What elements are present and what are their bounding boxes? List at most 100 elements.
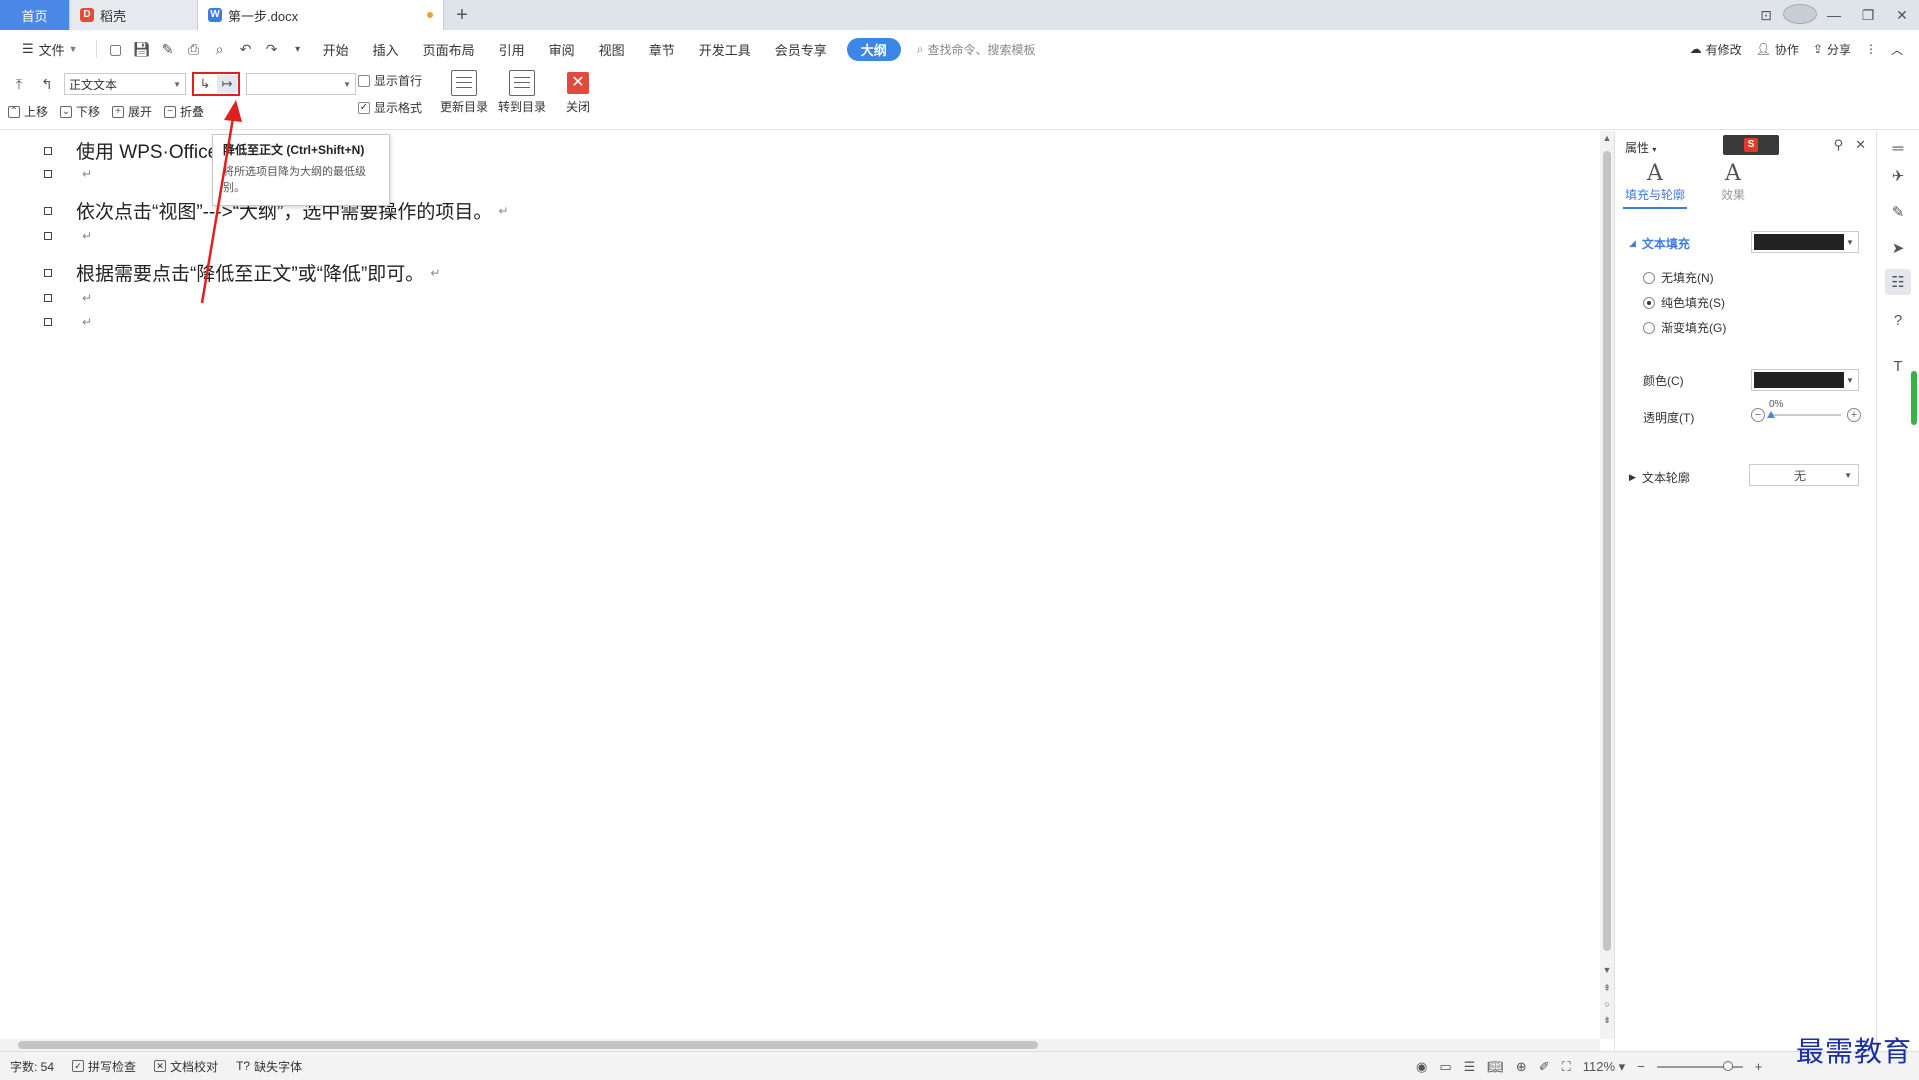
menu-outline-active[interactable]: 大纲 [846,37,901,61]
page-view-icon[interactable]: ▭ [1439,1059,1451,1075]
zoom-in-button[interactable]: + [1755,1059,1763,1074]
vertical-scrollbar[interactable]: ▲ ▼ ⇞ ○ ⇟ [1600,131,1614,1039]
eye-protection-icon[interactable]: ◉ [1416,1059,1427,1075]
redo-icon[interactable]: ↷ [259,36,285,62]
update-toc-button[interactable]: 更新目录 [440,70,488,115]
tab-effect[interactable]: A 效果 [1701,161,1765,209]
has-changes-button[interactable]: ☁ 有修改 [1690,41,1742,58]
goto-toc-button[interactable]: 转到目录 [498,70,546,115]
menu-dev-tools[interactable]: 开发工具 [687,30,763,68]
panel-title[interactable]: 属性 ▾ [1625,139,1656,156]
demote-to-body-icon[interactable]: ↦ [217,75,237,93]
tab-daoke[interactable]: D 稻壳 [70,0,198,30]
text-fill-section-toggle[interactable]: ◢ 文本填充 [1629,235,1690,252]
spell-check-button[interactable]: ✓ 拼写检查 [72,1058,136,1075]
ime-toolbar[interactable]: S [1723,135,1779,155]
menu-member[interactable]: 会员专享 [763,30,839,68]
menu-review[interactable]: 审阅 [537,30,587,68]
text-outline-dropdown[interactable]: 无 ▼ [1749,464,1859,486]
format-painter-icon[interactable]: ✎ [155,36,181,62]
outline-bullet-icon[interactable] [44,318,52,326]
scroll-up-icon[interactable]: ▲ [1600,133,1614,143]
select-browse-icon[interactable]: ○ [1600,999,1614,1009]
menu-view[interactable]: 视图 [587,30,637,68]
no-fill-radio[interactable]: 无填充(N) [1643,269,1714,286]
outline-item[interactable]: ↵ [44,315,92,329]
edit-pen-icon[interactable]: ✎ [1885,199,1911,225]
close-window-button[interactable]: ✕ [1885,7,1919,24]
outline-level-select[interactable]: 正文文本 ▼ [64,73,186,95]
show-level-select[interactable]: ▼ [246,73,356,95]
color-dropdown[interactable]: ▼ [1751,369,1859,391]
demote-icon[interactable]: ↳ [195,75,215,93]
scroll-down-icon[interactable]: ▼ [1600,965,1614,975]
tab-home[interactable]: 首页 [0,0,70,30]
show-format-checkbox[interactable]: ✓ 显示格式 [358,99,422,116]
plus-icon[interactable]: + [1847,408,1861,422]
solid-fill-radio[interactable]: 纯色填充(S) [1643,294,1725,311]
outline-item[interactable]: ↵ [44,291,92,305]
web-view-icon[interactable]: ⊕ [1516,1059,1527,1075]
zoom-slider-handle[interactable] [1722,1060,1733,1071]
share-button[interactable]: ⇪ 分享 [1813,41,1851,58]
tab-fill-outline[interactable]: A 填充与轮廓 [1623,161,1687,209]
pen-view-icon[interactable]: ✐ [1539,1059,1550,1075]
horizontal-scrollbar[interactable] [0,1039,1600,1051]
outline-item[interactable]: 使用 WPS·Office [44,137,218,164]
menu-insert[interactable]: 插入 [361,30,411,68]
outline-bullet-icon[interactable] [44,146,52,155]
properties-sliders-icon[interactable]: ☷ [1885,269,1911,295]
menu-chapter[interactable]: 章节 [637,30,687,68]
prev-page-icon[interactable]: ⇞ [1600,983,1614,994]
close-icon[interactable]: ✕ [1855,137,1866,153]
missing-font-button[interactable]: T? 缺失字体 [236,1058,302,1075]
new-doc-icon[interactable]: ▢ [103,36,129,62]
outline-view-icon[interactable]: ☰ [1464,1059,1476,1075]
text-style-icon[interactable]: T [1885,353,1911,379]
outline-bullet-icon[interactable] [44,294,52,302]
outline-bullet-icon[interactable] [44,232,52,240]
minus-icon[interactable]: − [1751,408,1765,422]
print-preview-icon[interactable]: ⌕ [207,36,233,62]
horizontal-scroll-thumb[interactable] [18,1041,1038,1049]
close-outline-button[interactable]: ✕ 关闭 [566,70,590,115]
promote-icon[interactable]: ↰ [36,73,58,95]
outline-item[interactable]: ↵ [44,229,92,243]
gradient-fill-radio[interactable]: 渐变填充(G) [1643,319,1726,336]
zoom-out-button[interactable]: − [1637,1059,1645,1074]
collab-button[interactable]: 👤︎ 协作 [1756,41,1799,58]
outline-bullet-icon[interactable] [44,268,52,277]
expand-button[interactable]: + 展开 [112,103,152,120]
save-icon[interactable]: 💾︎ [129,36,155,62]
text-outline-section-toggle[interactable]: ▶ 文本轮廓 [1629,469,1690,486]
text-fill-color-dropdown[interactable]: ▼ [1751,231,1859,253]
move-up-button[interactable]: ⌃ 上移 [8,103,48,120]
rocket-icon[interactable]: ✈ [1885,163,1911,189]
more-icon[interactable]: ⋮ [1865,42,1877,56]
pin-icon[interactable]: ⚲ [1834,137,1844,153]
vertical-scroll-thumb[interactable] [1603,151,1611,951]
fit-page-icon[interactable]: ⛶ [1562,1059,1571,1075]
collapse-ribbon-icon[interactable]: ︿ [1891,41,1903,58]
menu-references[interactable]: 引用 [487,30,537,68]
select-cursor-icon[interactable]: ➤ [1885,235,1911,261]
sidebar-collapse-icon[interactable]: ═ [1885,135,1911,161]
file-menu-button[interactable]: ☰ 文件 ▼ [10,30,90,68]
promote-to-heading1-icon[interactable]: ⤒ [8,73,30,95]
user-avatar[interactable] [1783,3,1817,27]
transparency-slider[interactable]: − 0% + [1751,399,1861,425]
minimize-button[interactable]: — [1817,7,1851,23]
new-tab-button[interactable]: + [444,0,480,30]
word-count[interactable]: 字数: 54 [10,1058,54,1075]
outline-item[interactable]: ↵ [44,167,92,181]
restore-button[interactable]: ❐ [1851,7,1885,24]
undo-icon[interactable]: ↶ [233,36,259,62]
command-search[interactable]: ⌕ 查找命令、搜索模板 [917,41,1036,58]
doc-proof-button[interactable]: ✕ 文档校对 [154,1058,218,1075]
menu-start[interactable]: 开始 [311,30,361,68]
tab-document[interactable]: W 第一步.docx [198,0,444,30]
move-down-button[interactable]: ⌄ 下移 [60,103,100,120]
outline-bullet-icon[interactable] [44,170,52,178]
outline-bullet-icon[interactable] [44,206,52,215]
customize-icon[interactable]: ▾ [285,36,311,62]
